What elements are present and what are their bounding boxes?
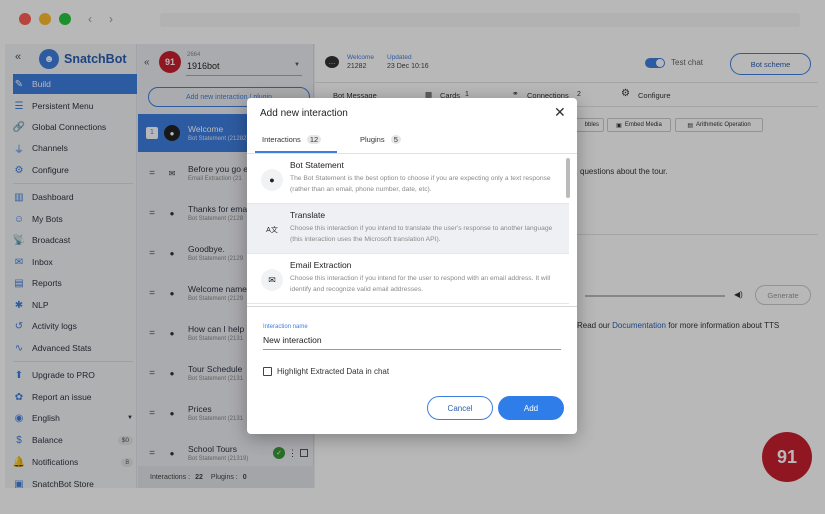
- envelope-icon: ✉: [261, 269, 283, 291]
- tab-interactions[interactable]: Interactions 12: [262, 135, 322, 144]
- tab-interactions-count: 12: [306, 135, 322, 144]
- interaction-name-label: Interaction name: [263, 324, 308, 330]
- option-bot-statement[interactable]: ● Bot Statement The Bot Statement is the b…: [247, 154, 569, 204]
- highlight-checkbox[interactable]: [263, 367, 272, 376]
- tab-plugins-label: Plugins: [360, 135, 385, 144]
- option-name: Translate: [290, 210, 326, 220]
- option-translate[interactable]: A文 Translate Choose this interaction if yo…: [247, 204, 569, 254]
- option-email-extraction[interactable]: ✉ Email Extraction Choose this interaction…: [247, 254, 569, 304]
- cancel-button[interactable]: Cancel: [427, 396, 493, 420]
- option-name: Email Extraction: [290, 260, 352, 270]
- add-button[interactable]: Add: [498, 396, 564, 420]
- option-description: Choose this interaction if you intend fo…: [290, 275, 551, 293]
- chat-bubble-icon: ●: [261, 169, 283, 191]
- tab-plugins-count: 5: [390, 135, 401, 144]
- translate-icon: A文: [266, 227, 278, 234]
- highlight-label: Highlight Extracted Data in chat: [277, 367, 390, 376]
- interaction-name-input[interactable]: New interaction: [263, 335, 322, 345]
- tab-plugins[interactable]: Plugins 5: [360, 135, 401, 144]
- option-description: The Bot Statement is the best option to …: [290, 175, 551, 193]
- option-name: Bot Statement: [290, 160, 344, 170]
- interaction-options-list: ● Bot Statement The Bot Statement is the b…: [247, 154, 577, 306]
- modal-title: Add new interaction: [260, 108, 348, 119]
- add-interaction-modal: Add new interaction ✕ Interactions 12 Pl…: [247, 98, 577, 434]
- scrollbar[interactable]: [566, 158, 570, 198]
- close-icon[interactable]: ✕: [554, 104, 566, 121]
- option-description: Choose this interaction if you intend to…: [290, 225, 553, 243]
- tab-interactions-label: Interactions: [262, 135, 301, 144]
